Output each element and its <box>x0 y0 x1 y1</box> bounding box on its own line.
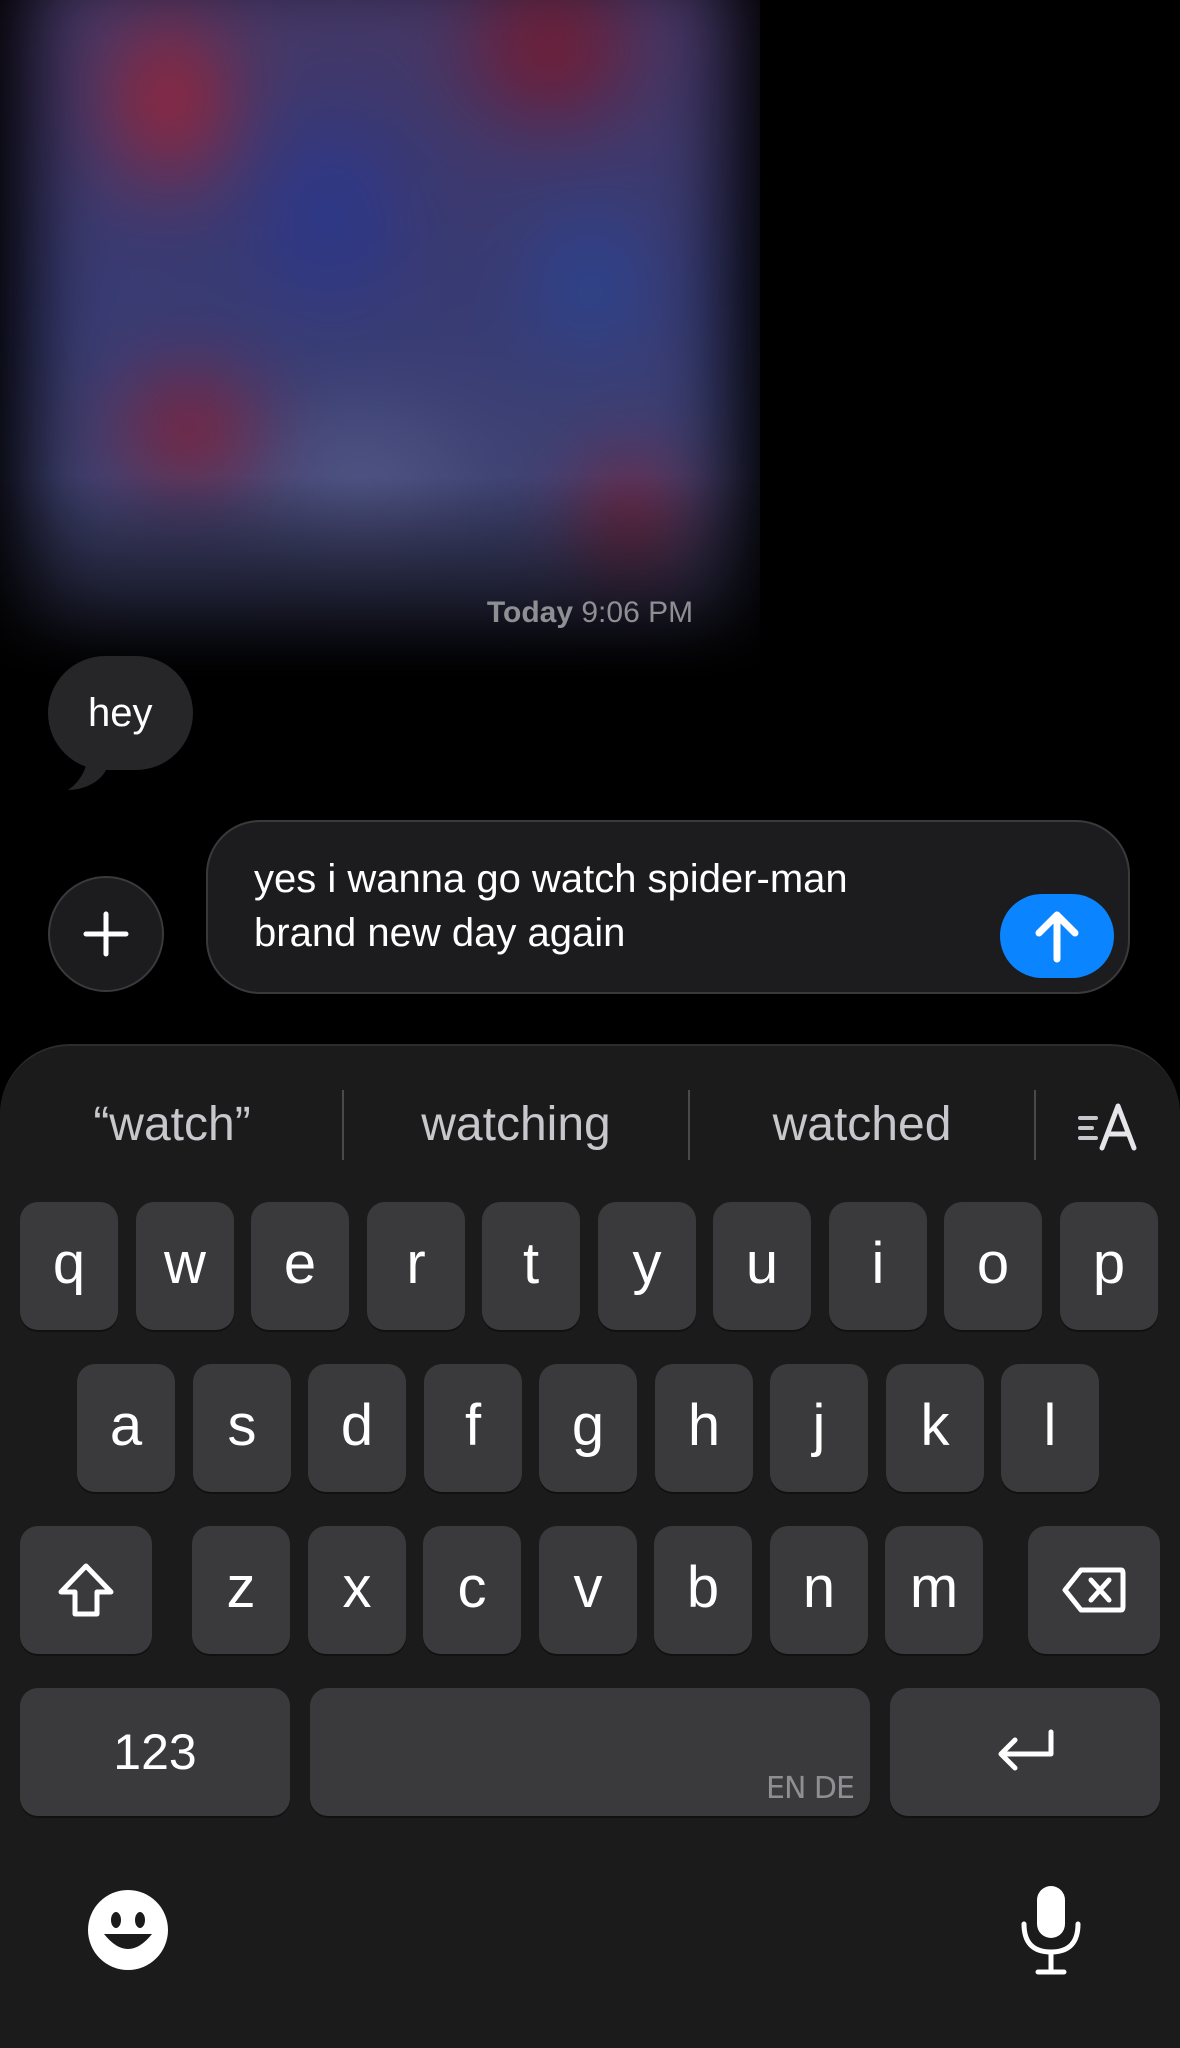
key-e[interactable]: e <box>251 1202 349 1330</box>
key-u[interactable]: u <box>713 1202 811 1330</box>
key-h[interactable]: h <box>655 1364 753 1492</box>
suggestion-2[interactable]: watching <box>344 1086 688 1162</box>
key-c[interactable]: c <box>423 1526 521 1654</box>
predictive-suggestions-bar: “watch” watching watched <box>0 1086 1180 1162</box>
photo-message[interactable] <box>0 0 760 680</box>
emoji-icon[interactable] <box>86 1888 170 1972</box>
keyboard: “watch” watching watched qwertyuiop asdf… <box>0 1044 1180 2048</box>
send-button[interactable] <box>1000 894 1114 978</box>
key-v[interactable]: v <box>539 1526 637 1654</box>
message-input-text[interactable]: yes i wanna go watch spider-man brand ne… <box>254 852 994 960</box>
arrow-up-icon <box>1035 911 1079 963</box>
shift-icon <box>58 1563 114 1617</box>
message-input-field[interactable]: yes i wanna go watch spider-man brand ne… <box>206 820 1130 994</box>
key-b[interactable]: b <box>654 1526 752 1654</box>
return-key[interactable] <box>890 1688 1160 1816</box>
key-o[interactable]: o <box>944 1202 1042 1330</box>
key-f[interactable]: f <box>424 1364 522 1492</box>
key-m[interactable]: m <box>885 1526 983 1654</box>
suggestion-1[interactable]: “watch” <box>0 1086 344 1162</box>
numbers-key[interactable]: 123 <box>20 1688 290 1816</box>
key-w[interactable]: w <box>136 1202 234 1330</box>
suggestion-divider <box>1034 1090 1036 1160</box>
key-n[interactable]: n <box>770 1526 868 1654</box>
microphone-icon[interactable] <box>1018 1884 1084 1976</box>
key-i[interactable]: i <box>829 1202 927 1330</box>
bubble-tail <box>68 752 106 790</box>
key-g[interactable]: g <box>539 1364 637 1492</box>
return-icon <box>998 1729 1054 1771</box>
timestamp-day: Today <box>486 596 574 629</box>
text-format-icon[interactable] <box>1076 1098 1140 1154</box>
key-y[interactable]: y <box>598 1202 696 1330</box>
timestamp-time: 9:06 PM <box>581 596 694 629</box>
key-p[interactable]: p <box>1060 1202 1158 1330</box>
add-attachment-button[interactable] <box>48 876 164 992</box>
space-bar[interactable]: EN DE <box>310 1688 870 1816</box>
key-j[interactable]: j <box>770 1364 868 1492</box>
shift-key[interactable] <box>20 1526 152 1654</box>
received-message-text: hey <box>88 690 153 735</box>
key-r[interactable]: r <box>367 1202 465 1330</box>
key-a[interactable]: a <box>77 1364 175 1492</box>
space-languages-label: EN DE <box>766 1771 855 1806</box>
key-d[interactable]: d <box>308 1364 406 1492</box>
key-t[interactable]: t <box>482 1202 580 1330</box>
key-l[interactable]: l <box>1001 1364 1099 1492</box>
delete-backspace-icon <box>1062 1567 1126 1613</box>
key-s[interactable]: s <box>193 1364 291 1492</box>
suggestion-3[interactable]: watched <box>690 1086 1034 1162</box>
delete-key[interactable] <box>1028 1526 1160 1654</box>
message-timestamp: Today 9:06 PM <box>0 596 1180 630</box>
photo-fade <box>0 0 760 680</box>
key-x[interactable]: x <box>308 1526 406 1654</box>
key-q[interactable]: q <box>20 1202 118 1330</box>
key-z[interactable]: z <box>192 1526 290 1654</box>
key-k[interactable]: k <box>886 1364 984 1492</box>
plus-icon <box>83 911 129 957</box>
